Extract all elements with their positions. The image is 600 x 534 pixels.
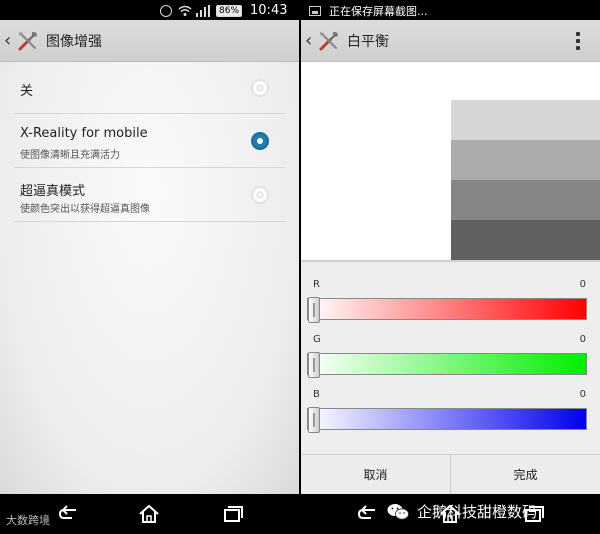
white-balance-preview — [301, 62, 600, 260]
option-title: 关 — [20, 84, 34, 99]
action-bar: ‹ 图像增强 — [0, 20, 299, 62]
option-title: X-Reality for mobile — [20, 126, 148, 141]
recents-icon[interactable] — [222, 504, 244, 524]
option-off[interactable]: 关 — [14, 62, 285, 114]
done-button[interactable]: 完成 — [450, 455, 600, 494]
green-slider[interactable] — [307, 352, 587, 378]
screenshot-icon — [309, 6, 321, 16]
slider-value-g: 0 — [579, 334, 586, 345]
back-icon[interactable] — [357, 504, 379, 524]
home-icon[interactable] — [138, 504, 160, 524]
watermark-left: 大数跨境 — [6, 514, 50, 527]
status-bar: 正在保存屏幕截图... — [301, 0, 600, 20]
options-list: 关 X-Reality for mobile 使图像清晰且充满活力 超逼真模式 … — [0, 62, 299, 494]
green-slider-thumb[interactable] — [308, 352, 320, 378]
radio-super-vivid[interactable] — [251, 186, 269, 204]
page-title: 白平衡 — [347, 33, 389, 50]
option-subtitle: 使颜色突出以获得超逼真图像 — [20, 204, 150, 215]
up-chevron-icon[interactable]: ‹ — [4, 30, 14, 51]
up-chevron-icon[interactable]: ‹ — [305, 30, 315, 51]
navigation-bar: 大数跨境 — [0, 494, 299, 534]
wechat-icon — [387, 503, 409, 520]
action-bar: ‹ 白平衡 — [301, 20, 600, 62]
option-x-reality[interactable]: X-Reality for mobile 使图像清晰且充满活力 — [14, 114, 285, 168]
red-slider-thumb[interactable] — [308, 297, 320, 323]
tools-icon[interactable] — [16, 29, 40, 53]
status-notification-text: 正在保存屏幕截图... — [329, 5, 428, 18]
page-title: 图像增强 — [46, 33, 102, 50]
image-enhancement-screen: 86% 10:43 ‹ 图像增强 关 X-Reality for mobile … — [0, 0, 299, 534]
status-bar: 86% 10:43 — [0, 0, 299, 20]
option-subtitle: 使图像清晰且充满活力 — [20, 150, 120, 161]
battery-indicator: 86% — [216, 4, 243, 17]
wifi-icon — [178, 5, 192, 17]
status-time: 10:43 — [250, 3, 288, 18]
slider-value-b: 0 — [579, 389, 586, 400]
signal-icon — [196, 4, 210, 17]
dialog-buttons: 取消 完成 — [301, 454, 600, 494]
overflow-menu-icon[interactable] — [576, 32, 580, 50]
alarm-icon — [160, 4, 172, 17]
blue-slider-thumb[interactable] — [308, 407, 320, 433]
watermark-text: 企鹅科技甜橙数码 — [417, 503, 538, 521]
slider-value-r: 0 — [579, 279, 586, 290]
slider-label-b: B — [313, 389, 320, 400]
slider-label-r: R — [313, 279, 320, 290]
radio-x-reality[interactable] — [251, 132, 269, 150]
option-title: 超逼真模式 — [20, 184, 86, 199]
radio-off[interactable] — [251, 79, 269, 97]
gray-swatch-3 — [451, 180, 600, 220]
red-slider[interactable] — [307, 297, 587, 323]
watermark-right: 企鹅科技甜橙数码 — [387, 501, 537, 522]
gray-swatch-4 — [451, 220, 600, 260]
slider-label-g: G — [313, 334, 321, 345]
tools-icon[interactable] — [317, 29, 341, 53]
back-icon[interactable] — [58, 504, 80, 524]
gray-swatch-2 — [451, 140, 600, 180]
cancel-button[interactable]: 取消 — [301, 455, 450, 494]
blue-slider[interactable] — [307, 407, 587, 433]
option-super-vivid[interactable]: 超逼真模式 使颜色突出以获得超逼真图像 — [14, 168, 285, 222]
white-balance-screen: 正在保存屏幕截图... ‹ 白平衡 R 0 G 0 B 0 取消 完成 企鹅科技… — [301, 0, 600, 534]
rgb-sliders: R 0 G 0 B 0 — [301, 260, 600, 454]
gray-swatch-1 — [451, 100, 600, 140]
